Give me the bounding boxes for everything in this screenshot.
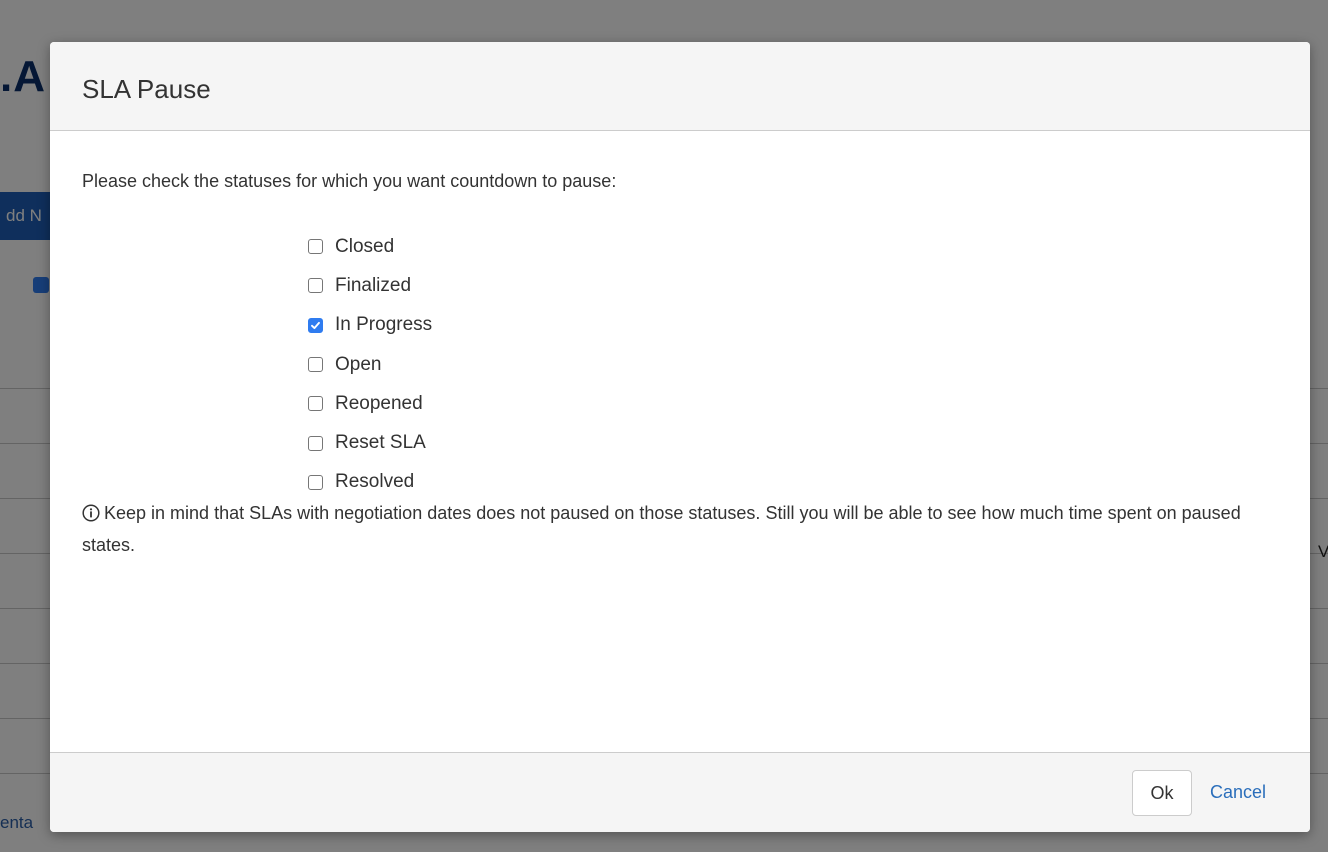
status-label: Closed [335, 235, 395, 257]
status-option[interactable]: Resolved [308, 463, 432, 502]
status-label: Resolved [335, 471, 415, 493]
instruction-text: Please check the statuses for which you … [82, 171, 617, 191]
status-option[interactable]: Closed [308, 227, 432, 266]
checkbox-unchecked[interactable] [308, 435, 323, 451]
dialog-title: SLA Pause [82, 74, 211, 104]
status-label: Reopened [335, 392, 423, 414]
status-label: In Progress [335, 314, 433, 336]
status-option[interactable]: Finalized [308, 266, 432, 305]
dialog-footer: Ok Cancel [50, 752, 1310, 832]
checkbox-unchecked[interactable] [308, 278, 323, 294]
checkbox-unchecked[interactable] [308, 474, 323, 490]
status-option[interactable]: Reset SLA [308, 423, 432, 462]
dialog-header: SLA Pause [50, 42, 1310, 131]
status-label: Open [335, 353, 382, 375]
info-circle-icon [82, 502, 100, 531]
checkbox-unchecked[interactable] [308, 357, 323, 373]
checkbox-unchecked[interactable] [308, 239, 323, 255]
status-option[interactable]: In Progress [308, 306, 432, 345]
status-option[interactable]: Open [308, 345, 432, 384]
status-label: Reset SLA [335, 432, 426, 454]
status-checkbox-list: Closed Finalized In Progress Open Reopened Re… [308, 227, 432, 502]
checkbox-checked[interactable] [308, 317, 323, 333]
sla-pause-dialog: SLA Pause Please check the statuses for … [50, 42, 1310, 832]
checkmark-icon [311, 321, 320, 329]
info-note-text: Keep in mind that SLAs with negotiation … [82, 503, 1241, 555]
status-option[interactable]: Reopened [308, 384, 432, 423]
ok-button[interactable]: Ok [1132, 770, 1192, 816]
info-note: Keep in mind that SLAs with negotiation … [82, 499, 1272, 560]
checkbox-unchecked[interactable] [308, 396, 323, 412]
cancel-link[interactable]: Cancel [1210, 782, 1266, 803]
status-label: Finalized [335, 274, 412, 296]
